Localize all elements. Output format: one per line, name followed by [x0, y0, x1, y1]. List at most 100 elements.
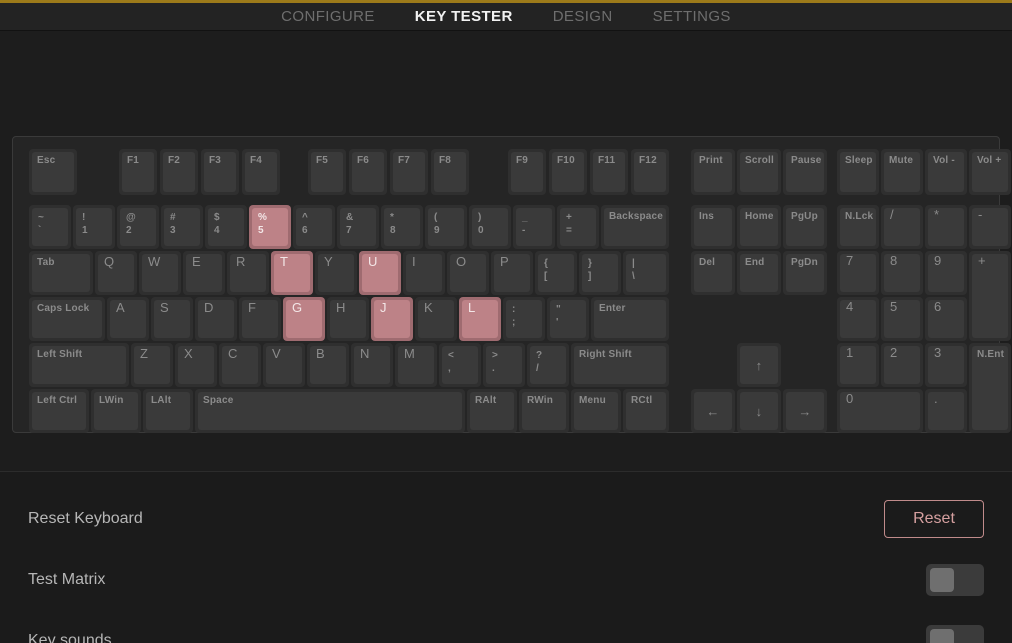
- key-&-7[interactable]: & 7: [337, 205, 379, 249]
- key-m[interactable]: M: [395, 343, 437, 387]
- key-caps-lock[interactable]: Caps Lock: [29, 297, 105, 341]
- key-f10[interactable]: F10: [549, 149, 587, 195]
- key-f6[interactable]: F6: [349, 149, 387, 195]
- key-u[interactable]: U: [359, 251, 401, 295]
- key-tab[interactable]: Tab: [29, 251, 93, 295]
- key-↑[interactable]: ↑: [737, 343, 781, 387]
- key-↓[interactable]: ↓: [737, 389, 781, 433]
- key-space[interactable]: Space: [195, 389, 465, 433]
- key-left-ctrl[interactable]: Left Ctrl: [29, 389, 89, 433]
- key-w[interactable]: W: [139, 251, 181, 295]
- key-4[interactable]: 4: [837, 297, 879, 341]
- key-print[interactable]: Print: [691, 149, 735, 195]
- key-9[interactable]: 9: [925, 251, 967, 295]
- key-!-1[interactable]: ! 1: [73, 205, 115, 249]
- key-_--[interactable]: _ -: [513, 205, 555, 249]
- key-g[interactable]: G: [283, 297, 325, 341]
- key-ins[interactable]: Ins: [691, 205, 735, 249]
- key-lalt[interactable]: LAlt: [143, 389, 193, 433]
- key-lwin[interactable]: LWin: [91, 389, 141, 433]
- key-vol--[interactable]: Vol -: [925, 149, 967, 195]
- key-b[interactable]: B: [307, 343, 349, 387]
- key-left-shift[interactable]: Left Shift: [29, 343, 129, 387]
- key-n[interactable]: N: [351, 343, 393, 387]
- key-f1[interactable]: F1: [119, 149, 157, 195]
- key-}-][interactable]: } ]: [579, 251, 621, 295]
- key-e[interactable]: E: [183, 251, 225, 295]
- key-del[interactable]: Del: [691, 251, 735, 295]
- key-)-0[interactable]: ) 0: [469, 205, 511, 249]
- key-8[interactable]: 8: [881, 251, 923, 295]
- key-+[interactable]: +: [969, 251, 1011, 341]
- key-o[interactable]: O: [447, 251, 489, 295]
- key-d[interactable]: D: [195, 297, 237, 341]
- key-l[interactable]: L: [459, 297, 501, 341]
- key-f9[interactable]: F9: [508, 149, 546, 195]
- key-f5[interactable]: F5: [308, 149, 346, 195]
- key-/[interactable]: /: [881, 205, 923, 249]
- key-h[interactable]: H: [327, 297, 369, 341]
- key-q[interactable]: Q: [95, 251, 137, 295]
- key-$-4[interactable]: $ 4: [205, 205, 247, 249]
- key-|-\[interactable]: | \: [623, 251, 669, 295]
- key-f7[interactable]: F7: [390, 149, 428, 195]
- key-@-2[interactable]: @ 2: [117, 205, 159, 249]
- key-end[interactable]: End: [737, 251, 781, 295]
- key-1[interactable]: 1: [837, 343, 879, 387]
- key-sleep[interactable]: Sleep: [837, 149, 879, 195]
- key-pgdn[interactable]: PgDn: [783, 251, 827, 295]
- key-0[interactable]: 0: [837, 389, 923, 433]
- key-f2[interactable]: F2: [160, 149, 198, 195]
- key-%-5[interactable]: % 5: [249, 205, 291, 249]
- key-z[interactable]: Z: [131, 343, 173, 387]
- key-rwin[interactable]: RWin: [519, 389, 569, 433]
- key-2[interactable]: 2: [881, 343, 923, 387]
- key-c[interactable]: C: [219, 343, 261, 387]
- tab-settings[interactable]: SETTINGS: [651, 6, 733, 27]
- key-f12[interactable]: F12: [631, 149, 669, 195]
- key-enter[interactable]: Enter: [591, 297, 669, 341]
- key-vol-+[interactable]: Vol +: [969, 149, 1011, 195]
- key-t[interactable]: T: [271, 251, 313, 295]
- key-n.lck[interactable]: N.Lck: [837, 205, 879, 249]
- key-menu[interactable]: Menu: [571, 389, 621, 433]
- key-j[interactable]: J: [371, 297, 413, 341]
- key-ralt[interactable]: RAlt: [467, 389, 517, 433]
- key-f4[interactable]: F4: [242, 149, 280, 195]
- key-p[interactable]: P: [491, 251, 533, 295]
- key-x[interactable]: X: [175, 343, 217, 387]
- key-←[interactable]: ←: [691, 389, 735, 433]
- key-"-'[interactable]: " ': [547, 297, 589, 341]
- key-home[interactable]: Home: [737, 205, 781, 249]
- key-^-6[interactable]: ^ 6: [293, 205, 335, 249]
- key-pgup[interactable]: PgUp: [783, 205, 827, 249]
- key-→[interactable]: →: [783, 389, 827, 433]
- tab-key-tester[interactable]: KEY TESTER: [413, 6, 515, 27]
- key-mute[interactable]: Mute: [881, 149, 923, 195]
- key-a[interactable]: A: [107, 297, 149, 341]
- test-matrix-toggle[interactable]: [926, 563, 984, 596]
- key--[interactable]: -: [969, 205, 1011, 249]
- key-*[interactable]: *: [925, 205, 967, 249]
- key-f11[interactable]: F11: [590, 149, 628, 195]
- key-i[interactable]: I: [403, 251, 445, 295]
- key-<-,[interactable]: < ,: [439, 343, 481, 387]
- reset-button[interactable]: Reset: [884, 499, 984, 538]
- key-{-[[interactable]: { [: [535, 251, 577, 295]
- key-*-8[interactable]: * 8: [381, 205, 423, 249]
- key->-.[interactable]: > .: [483, 343, 525, 387]
- tab-design[interactable]: DESIGN: [551, 6, 615, 27]
- key-n.ent[interactable]: N.Ent: [969, 343, 1011, 433]
- key-7[interactable]: 7: [837, 251, 879, 295]
- key-v[interactable]: V: [263, 343, 305, 387]
- key-rctl[interactable]: RCtl: [623, 389, 669, 433]
- key-y[interactable]: Y: [315, 251, 357, 295]
- key-sounds-toggle[interactable]: [926, 624, 984, 643]
- key-f8[interactable]: F8: [431, 149, 469, 195]
- key-+-=[interactable]: + =: [557, 205, 599, 249]
- key-6[interactable]: 6: [925, 297, 967, 341]
- key-s[interactable]: S: [151, 297, 193, 341]
- key-r[interactable]: R: [227, 251, 269, 295]
- key-right-shift[interactable]: Right Shift: [571, 343, 669, 387]
- tab-configure[interactable]: CONFIGURE: [279, 6, 377, 27]
